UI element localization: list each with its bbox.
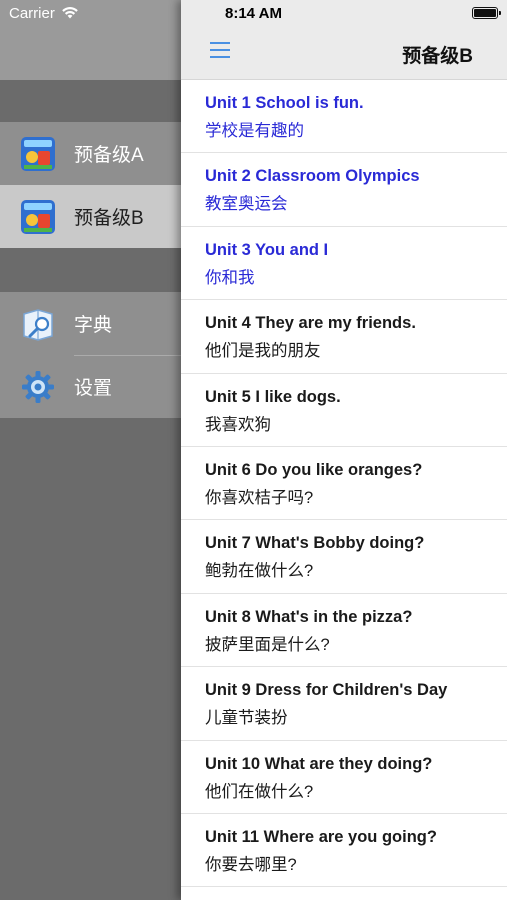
unit-title-en: Unit 2 Classroom Olympics [205, 167, 420, 186]
unit-title-zh: 教室奥运会 [205, 195, 288, 214]
unit-title-zh: 披萨里面是什么? [205, 635, 330, 654]
page-title: 预备级B [402, 46, 473, 67]
unit-title-zh: 儿童节装扮 [205, 709, 288, 728]
drawer-item-label: 预备级A [74, 145, 144, 166]
unit-title-en: Unit 1 School is fun. [205, 94, 364, 112]
gear-icon [20, 369, 56, 405]
unit-title-en: Unit 8 What's in the pizza? [205, 607, 413, 626]
drawer-item-book-b[interactable]: 预备级B [0, 185, 181, 248]
unit-title-en: Unit 7 What's Bobby doing? [205, 534, 425, 553]
unit-row[interactable]: Unit 8 What's in the pizza? 披萨里面是什么? [181, 594, 507, 668]
drawer-item-label: 设置 [74, 378, 113, 399]
unit-row[interactable]: Unit 7 What's Bobby doing? 鲍勃在做什么? [181, 520, 507, 594]
unit-title-en: Unit 3 You and I [205, 240, 329, 259]
unit-title-zh: 你和我 [205, 268, 255, 287]
dictionary-icon [20, 306, 56, 342]
book-list: 预备级A 预备级B [0, 122, 181, 248]
unit-title-zh: 我喜欢狗 [205, 415, 271, 434]
drawer-item-dictionary[interactable]: 字典 [0, 292, 181, 355]
book-cover-icon [20, 136, 56, 172]
unit-title-zh: 他们在做什么? [205, 782, 314, 801]
unit-row[interactable]: Unit 11 Where are you going? 你要去哪里? [181, 814, 507, 888]
battery-icon [472, 7, 501, 19]
nav-bar: 8:14 AM 预备级B [181, 0, 507, 80]
unit-row[interactable]: Unit 1 School is fun. 学校是有趣的 [181, 80, 507, 154]
drawer-item-label: 预备级B [74, 208, 144, 229]
drawer-item-label: 字典 [74, 315, 113, 336]
unit-title-en: Unit 5 I like dogs. [205, 387, 341, 406]
unit-title-en: Unit 10 What are they doing? [205, 754, 433, 773]
unit-title-en: Unit 4 They are my friends. [205, 314, 416, 333]
unit-list: Unit 1 School is fun. 学校是有趣的 Unit 2 Clas… [181, 80, 507, 888]
drawer-item-settings[interactable]: 设置 [0, 355, 181, 418]
unit-row[interactable]: Unit 4 They are my friends. 他们是我的朋友 [181, 300, 507, 374]
unit-title-zh: 学校是有趣的 [205, 122, 304, 140]
unit-row[interactable]: Unit 9 Dress for Children's Day 儿童节装扮 [181, 667, 507, 741]
unit-row[interactable]: Unit 3 You and I 你和我 [181, 227, 507, 301]
unit-title-zh: 他们是我的朋友 [205, 342, 321, 361]
wifi-icon [62, 7, 78, 19]
status-time: 8:14 AM [225, 5, 282, 22]
unit-row[interactable]: Unit 2 Classroom Olympics 教室奥运会 [181, 153, 507, 227]
carrier-label: Carrier [9, 5, 55, 22]
drawer-status-area: Carrier [0, 0, 181, 80]
unit-list-panel: 8:14 AM 预备级B Unit 1 School is fun. 学校是有趣… [181, 0, 507, 900]
unit-row[interactable]: Unit 6 Do you like oranges? 你喜欢桔子吗? [181, 447, 507, 521]
unit-title-zh: 鲍勃在做什么? [205, 562, 314, 581]
unit-title-en: Unit 9 Dress for Children's Day [205, 681, 448, 700]
unit-title-en: Unit 6 Do you like oranges? [205, 460, 423, 479]
book-cover-icon [20, 199, 56, 235]
hamburger-menu-icon[interactable] [210, 41, 230, 59]
unit-row[interactable]: Unit 5 I like dogs. 我喜欢狗 [181, 374, 507, 447]
side-drawer: Carrier 预备级A 预备级B 字典 设置 [0, 0, 181, 900]
unit-title-zh: 你喜欢桔子吗? [205, 488, 314, 507]
unit-title-en: Unit 11 Where are you going? [205, 827, 437, 846]
drawer-item-book-a[interactable]: 预备级A [0, 122, 181, 185]
unit-row[interactable]: Unit 10 What are they doing? 他们在做什么? [181, 741, 507, 814]
unit-title-zh: 你要去哪里? [205, 855, 297, 874]
tools-list: 字典 设置 [0, 292, 181, 418]
